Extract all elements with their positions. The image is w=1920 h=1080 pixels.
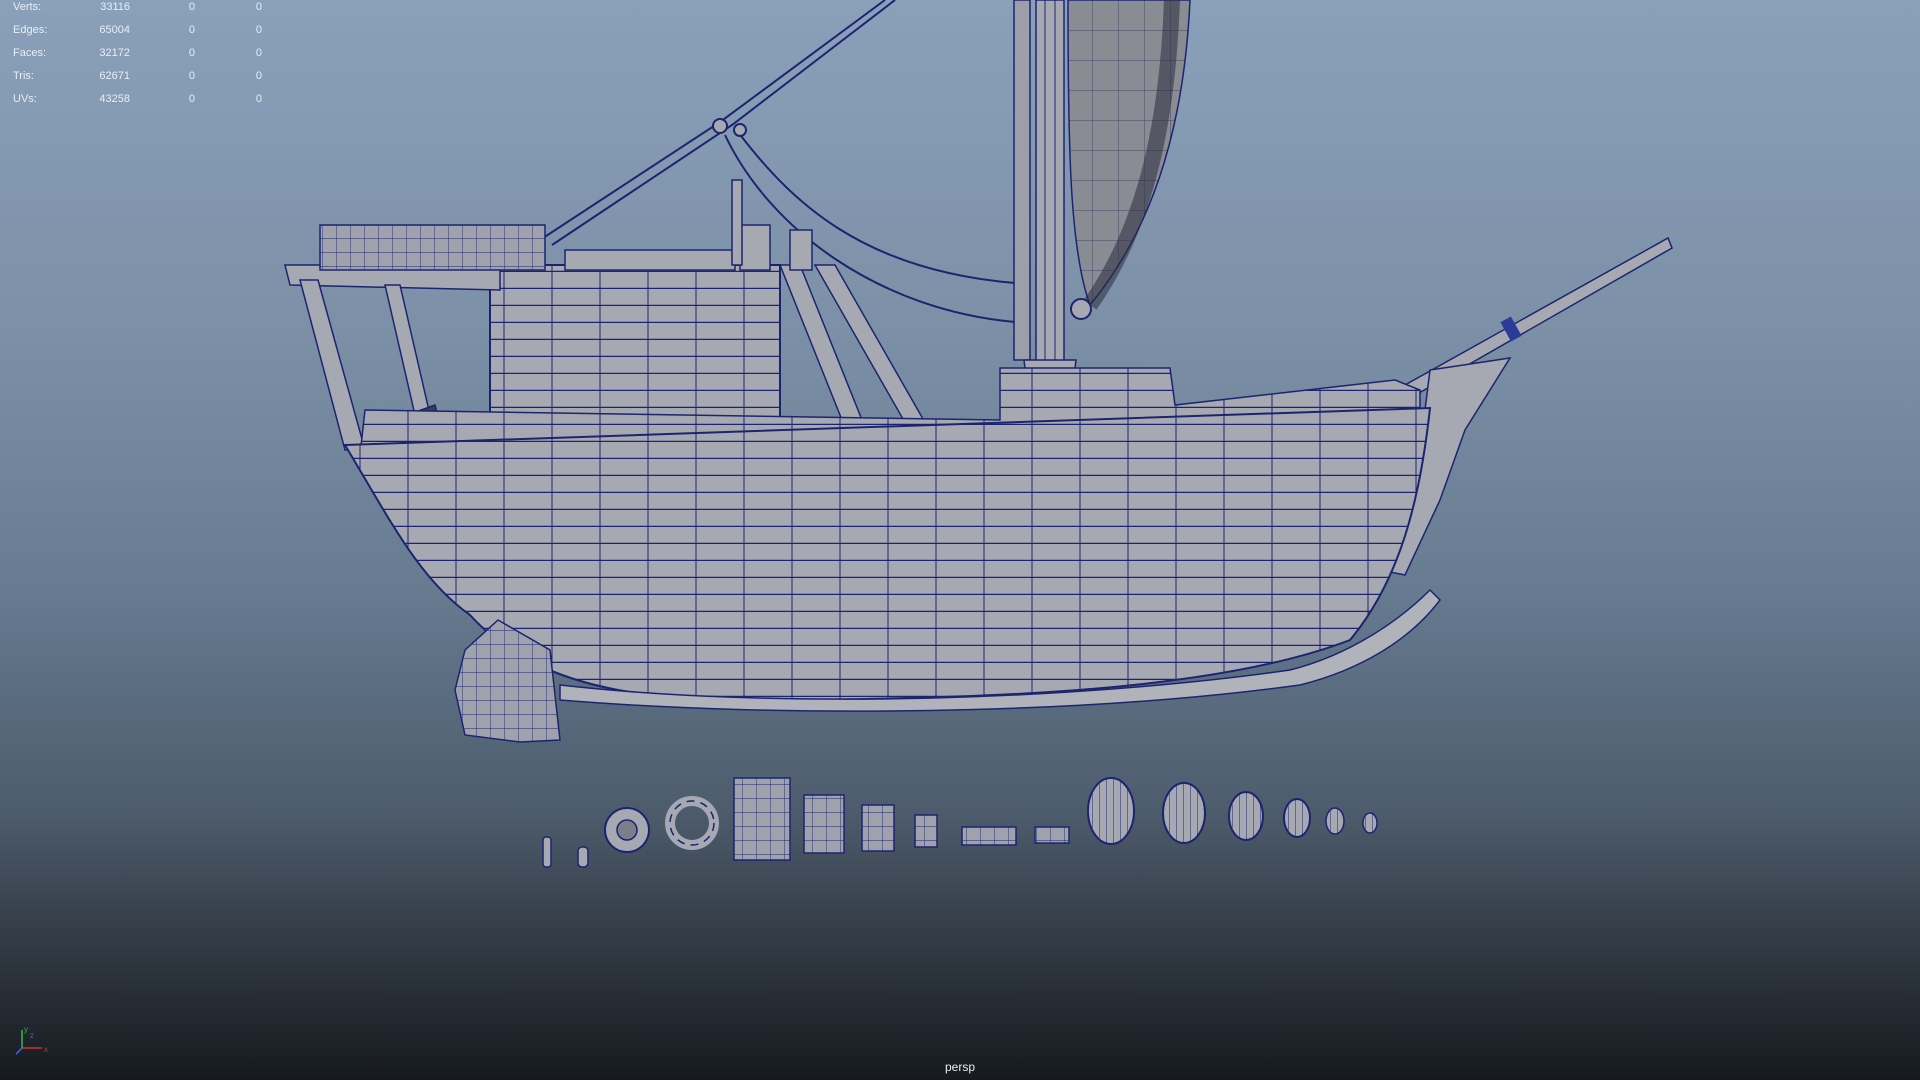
sail[interactable] <box>1067 0 1191 320</box>
hud-value: 0 <box>255 70 262 82</box>
hud-row: Tris: 62671 0 0 <box>0 69 280 89</box>
scene-viewport[interactable] <box>0 0 1920 1080</box>
hud-label: Verts: <box>13 1 42 13</box>
hud-value: 0 <box>255 1 262 13</box>
hud-value: 0 <box>188 1 195 13</box>
hud-value: 43258 <box>99 93 130 105</box>
hud-label: Faces: <box>13 47 47 59</box>
camera-name-label: persp <box>944 1060 976 1074</box>
axis-x-label: x <box>44 1045 48 1054</box>
hud-value: 0 <box>255 93 262 105</box>
viewport-persp[interactable]: Verts: 33116 0 0 Edges: 65004 0 0 Faces:… <box>0 0 1920 1080</box>
hud-value: 0 <box>188 24 195 36</box>
hud-value: 0 <box>255 24 262 36</box>
hud-value: 0 <box>188 93 195 105</box>
axis-gizmo-icon: x y z <box>16 1025 48 1056</box>
hud-value: 0 <box>255 47 262 59</box>
hud-row: Verts: 33116 0 0 <box>0 0 280 20</box>
hud-label: Tris: <box>13 70 34 82</box>
hud-value: 33116 <box>100 1 130 13</box>
hud-value: 32172 <box>99 47 130 59</box>
hud-row: UVs: 43258 0 0 <box>0 92 280 112</box>
hud-value: 0 <box>188 47 195 59</box>
axis-z-label: z <box>30 1031 34 1040</box>
axis-y-label: y <box>24 1025 28 1034</box>
hud-label: UVs: <box>13 93 37 105</box>
hud-value: 62671 <box>99 70 130 82</box>
hud-row: Faces: 32172 0 0 <box>0 46 280 66</box>
props[interactable] <box>542 777 1378 868</box>
hud-value: 65004 <box>99 24 130 36</box>
hud-row: Edges: 65004 0 0 <box>0 23 280 43</box>
mast[interactable] <box>1013 0 1077 411</box>
hud-label: Edges: <box>13 24 48 36</box>
hud-value: 0 <box>188 70 195 82</box>
cabin[interactable] <box>489 179 937 446</box>
